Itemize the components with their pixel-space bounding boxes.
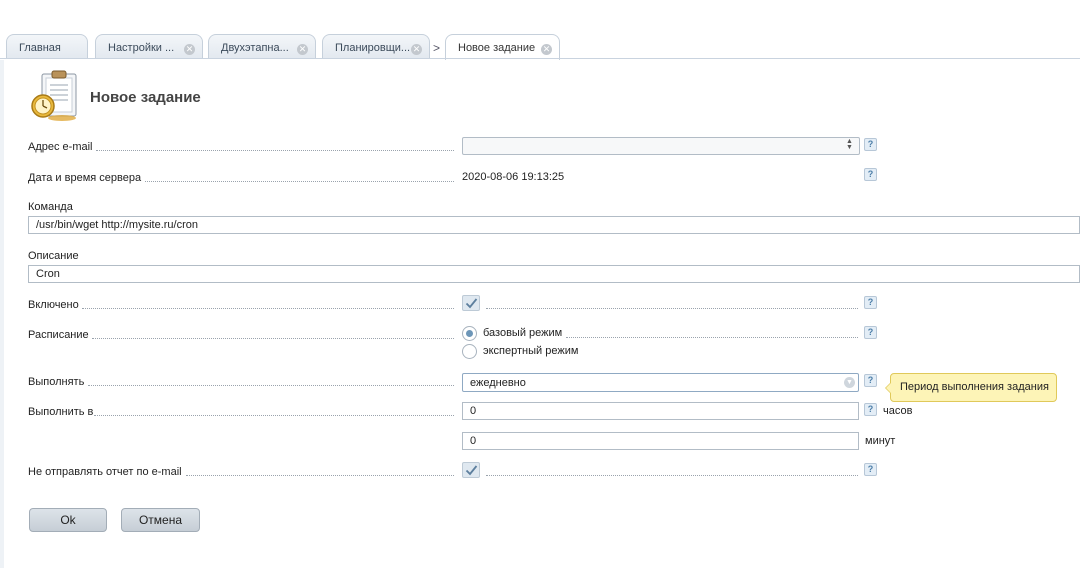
email-label: Адрес e-mail bbox=[28, 141, 93, 153]
leader-dots bbox=[92, 338, 454, 339]
page-title: Новое задание bbox=[90, 89, 201, 106]
help-icon[interactable]: ? bbox=[864, 138, 877, 151]
run-period-value: ежедневно bbox=[470, 377, 526, 389]
run-period-select[interactable]: ежедневно ▼ bbox=[462, 373, 859, 392]
enabled-label: Включено bbox=[28, 299, 79, 311]
close-icon[interactable]: ✕ bbox=[184, 44, 195, 55]
close-icon[interactable]: ✕ bbox=[411, 44, 422, 55]
close-icon[interactable]: ✕ bbox=[541, 44, 552, 55]
help-icon[interactable]: ? bbox=[864, 463, 877, 476]
tab-label: Планировщи... bbox=[335, 42, 411, 54]
help-icon[interactable]: ? bbox=[864, 374, 877, 387]
tab-label: Главная bbox=[19, 42, 61, 54]
hours-field[interactable] bbox=[462, 402, 859, 420]
tab-label: Двухэтапна... bbox=[221, 42, 289, 54]
radio-basic-mode[interactable] bbox=[462, 326, 477, 341]
chevron-right-icon[interactable]: > bbox=[433, 41, 440, 55]
leader-dots bbox=[566, 337, 858, 338]
help-icon[interactable]: ? bbox=[864, 296, 877, 309]
description-label: Описание bbox=[28, 250, 79, 262]
server-datetime-value: 2020-08-06 19:13:25 bbox=[462, 171, 565, 183]
leader-dots bbox=[186, 475, 454, 476]
leader-dots bbox=[96, 150, 454, 151]
help-icon[interactable]: ? bbox=[864, 326, 877, 339]
left-edge bbox=[0, 60, 4, 568]
clipboard-clock-icon bbox=[28, 70, 82, 122]
leader-dots bbox=[82, 308, 454, 309]
tab-divider bbox=[0, 58, 1080, 59]
tooltip: Период выполнения задания bbox=[885, 373, 1057, 402]
close-icon[interactable]: ✕ bbox=[297, 44, 308, 55]
radio-basic-mode-label: базовый режим bbox=[483, 327, 563, 339]
run-at-label: Выполнить в bbox=[28, 406, 94, 418]
ok-button[interactable]: Ok bbox=[29, 508, 107, 532]
hours-unit: часов bbox=[883, 405, 913, 417]
leader-dots bbox=[88, 385, 454, 386]
no-report-label: Не отправлять отчет по e-mail bbox=[28, 466, 182, 478]
minutes-unit: минут bbox=[865, 435, 896, 447]
tab-label: Новое задание bbox=[458, 42, 536, 54]
tab-label: Настройки ... bbox=[108, 42, 175, 54]
leader-dots bbox=[145, 181, 454, 182]
tab-two-step[interactable]: Двухэтапна... ✕ bbox=[208, 34, 316, 59]
spinner-icon[interactable]: ▲ ▼ bbox=[846, 138, 853, 151]
help-icon[interactable]: ? bbox=[864, 403, 877, 416]
command-label: Команда bbox=[28, 201, 73, 213]
description-field[interactable] bbox=[28, 265, 1080, 283]
leader-dots bbox=[486, 475, 858, 476]
tab-bar: Главная Настройки ... ✕ Двухэтапна... ✕ … bbox=[0, 0, 1080, 60]
leader-dots bbox=[94, 415, 454, 416]
chevron-down-icon: ▼ bbox=[844, 377, 855, 388]
run-label: Выполнять bbox=[28, 376, 85, 388]
server-datetime-label: Дата и время сервера bbox=[28, 172, 142, 184]
enabled-checkbox[interactable] bbox=[462, 295, 480, 311]
cancel-button[interactable]: Отмена bbox=[121, 508, 200, 532]
minutes-field[interactable] bbox=[462, 432, 859, 450]
no-report-checkbox[interactable] bbox=[462, 462, 480, 478]
tab-settings[interactable]: Настройки ... ✕ bbox=[95, 34, 203, 59]
command-field[interactable] bbox=[28, 216, 1080, 234]
tab-scheduler[interactable]: Планировщи... ✕ bbox=[322, 34, 430, 59]
checkmark-icon bbox=[465, 298, 478, 309]
email-field[interactable] bbox=[462, 137, 860, 155]
help-icon[interactable]: ? bbox=[864, 168, 877, 181]
tab-new-task[interactable]: Новое задание ✕ bbox=[445, 34, 560, 60]
leader-dots bbox=[486, 308, 858, 309]
schedule-label: Расписание bbox=[28, 329, 89, 341]
tab-home[interactable]: Главная bbox=[6, 34, 88, 59]
radio-expert-mode[interactable] bbox=[462, 344, 477, 359]
checkmark-icon bbox=[465, 465, 478, 476]
radio-expert-mode-label: экспертный режим bbox=[483, 345, 579, 357]
